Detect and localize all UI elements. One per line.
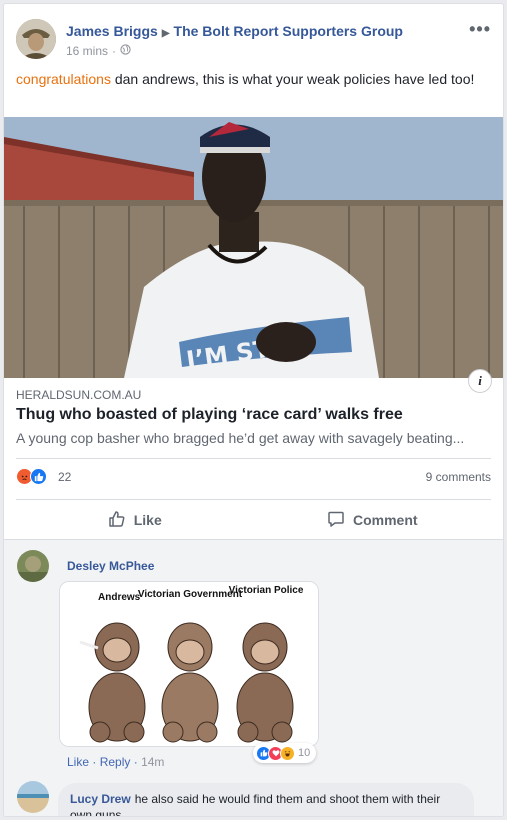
commenter-avatar[interactable] (17, 781, 49, 813)
post-text-body: dan andrews, this is what your weak poli… (110, 71, 475, 87)
like-button[interactable]: Like (16, 504, 254, 536)
monkey-figure (88, 622, 146, 743)
meme-label-government: Victorian Government (138, 589, 243, 600)
like-icon (30, 468, 47, 485)
author-line: James Briggs ▶ The Bolt Report Supporters … (66, 23, 403, 39)
comment-reaction-count: 10 (298, 747, 311, 759)
link-preview-image[interactable]: I’M STILL (4, 117, 503, 378)
comment-reply-link[interactable]: Reply (100, 755, 131, 769)
comment-time[interactable]: 14m (141, 755, 164, 769)
author-avatar[interactable] (16, 19, 56, 59)
reaction-icons[interactable] (16, 468, 47, 485)
post-text: congratulations dan andrews, this is wha… (16, 70, 486, 89)
post-header: James Briggs ▶ The Bolt Report Supporters … (16, 17, 491, 63)
commenter-name[interactable]: Desley McPhee (67, 559, 154, 573)
post-time[interactable]: 16 mins (66, 44, 108, 58)
group-name[interactable]: The Bolt Report Supporters Group (174, 23, 403, 39)
comment-icon (327, 510, 345, 531)
post-meta: 16 mins · (66, 44, 131, 58)
info-icon[interactable]: i (468, 369, 492, 393)
haha-icon (280, 745, 295, 761)
comment-button[interactable]: Comment (254, 504, 492, 536)
arrow-right-icon: ▶ (161, 28, 170, 39)
comments-section: Desley McPhee Andrews Victorian Governme… (4, 539, 503, 816)
comment-label: Comment (352, 512, 418, 528)
comment-image[interactable]: Andrews Victorian Government Victorian P… (59, 581, 319, 747)
thumbs-up-icon (108, 510, 126, 531)
author-name[interactable]: James Briggs (66, 23, 158, 39)
post-text-highlight[interactable]: congratulations (16, 71, 111, 87)
comment-bubble: Lucy Drew he also said he would find them… (58, 783, 474, 816)
post-card: James Briggs ▶ The Bolt Report Supporters … (3, 3, 504, 817)
meta-separator: · (112, 44, 117, 58)
comment-count[interactable]: 9 comments (426, 470, 491, 484)
link-domain: HERALDSUN.COM.AU (16, 388, 142, 402)
reaction-count[interactable]: 22 (58, 470, 71, 484)
divider (16, 458, 491, 459)
dot-separator: · (92, 755, 100, 769)
dot-separator: · (133, 755, 142, 769)
comment-like-link[interactable]: Like (67, 755, 89, 769)
post-actions: Like Comment (16, 504, 491, 536)
link-description: A young cop basher who bragged he’d get … (16, 430, 465, 446)
commenter-name[interactable]: Lucy Drew (70, 792, 131, 806)
meme-label-police: Victorian Police (229, 585, 304, 596)
link-title[interactable]: Thug who boasted of playing ‘race card’ … (16, 406, 403, 424)
globe-icon[interactable] (120, 44, 131, 58)
divider (4, 539, 503, 540)
commenter-avatar[interactable] (17, 550, 49, 582)
comment-reactions[interactable]: 10 (253, 743, 317, 763)
comment-actions: Like · Reply · 14m (67, 755, 164, 769)
reactions-bar: 22 9 comments (16, 466, 491, 488)
like-label: Like (133, 512, 162, 528)
more-options-icon[interactable]: ••• (469, 19, 491, 40)
meme-label-andrews: Andrews (98, 592, 141, 603)
divider (16, 499, 491, 500)
